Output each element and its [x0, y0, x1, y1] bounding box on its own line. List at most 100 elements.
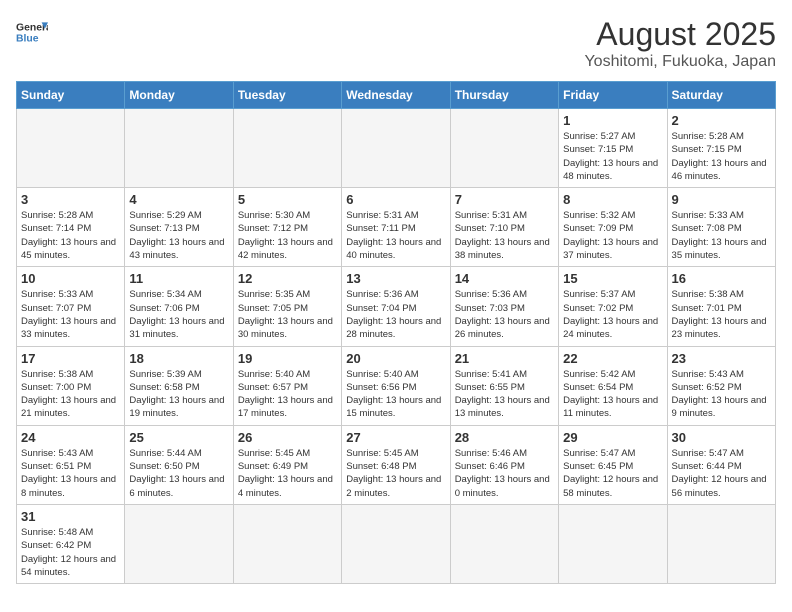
calendar-week-5: 24 Sunrise: 5:43 AM Sunset: 6:51 PM Dayli… — [17, 425, 776, 504]
weekday-header-sunday: Sunday — [17, 82, 125, 109]
calendar-cell: 30 Sunrise: 5:47 AM Sunset: 6:44 PM Dayli… — [667, 425, 775, 504]
calendar-cell: 26 Sunrise: 5:45 AM Sunset: 6:49 PM Dayli… — [233, 425, 341, 504]
calendar-cell: 18Sunrise: 5:39 AM Sunset: 6:58 PM Dayli… — [125, 346, 233, 425]
day-info: Sunrise: 5:42 AM Sunset: 6:54 PM Dayligh… — [563, 368, 662, 421]
day-info: Sunrise: 5:43 AM Sunset: 6:52 PM Dayligh… — [672, 368, 771, 421]
day-number: 1 — [563, 113, 662, 128]
logo: General Blue — [16, 16, 48, 48]
day-info: Sunrise: 5:36 AM Sunset: 7:03 PM Dayligh… — [455, 288, 554, 341]
day-number: 30 — [672, 430, 771, 445]
day-number: 15 — [563, 271, 662, 286]
calendar-week-1: 1Sunrise: 5:27 AM Sunset: 7:15 PM Daylig… — [17, 109, 776, 188]
day-number: 22 — [563, 351, 662, 366]
day-info: Sunrise: 5:37 AM Sunset: 7:02 PM Dayligh… — [563, 288, 662, 341]
calendar-cell: 22 Sunrise: 5:42 AM Sunset: 6:54 PM Dayli… — [559, 346, 667, 425]
day-number: 13 — [346, 271, 445, 286]
weekday-header-tuesday: Tuesday — [233, 82, 341, 109]
day-number: 19 — [238, 351, 337, 366]
day-number: 27 — [346, 430, 445, 445]
day-number: 14 — [455, 271, 554, 286]
day-number: 11 — [129, 271, 228, 286]
calendar-cell: 19 Sunrise: 5:40 AM Sunset: 6:57 PM Dayli… — [233, 346, 341, 425]
day-number: 17 — [21, 351, 120, 366]
calendar-cell — [342, 504, 450, 583]
calendar-cell: 11Sunrise: 5:34 AM Sunset: 7:06 PM Dayli… — [125, 267, 233, 346]
weekday-header-friday: Friday — [559, 82, 667, 109]
calendar-cell — [233, 504, 341, 583]
day-number: 10 — [21, 271, 120, 286]
day-info: Sunrise: 5:30 AM Sunset: 7:12 PM Dayligh… — [238, 209, 337, 262]
calendar-cell — [450, 109, 558, 188]
day-number: 4 — [129, 192, 228, 207]
day-info: Sunrise: 5:29 AM Sunset: 7:13 PM Dayligh… — [129, 209, 228, 262]
day-info: Sunrise: 5:33 AM Sunset: 7:08 PM Dayligh… — [672, 209, 771, 262]
calendar-week-6: 31 Sunrise: 5:48 AM Sunset: 6:42 PM Dayli… — [17, 504, 776, 583]
day-number: 9 — [672, 192, 771, 207]
calendar-title: August 2025 — [584, 16, 776, 53]
calendar-cell — [342, 109, 450, 188]
day-number: 25 — [129, 430, 228, 445]
calendar-cell: 4 Sunrise: 5:29 AM Sunset: 7:13 PM Daylig… — [125, 188, 233, 267]
weekday-header-thursday: Thursday — [450, 82, 558, 109]
calendar-cell: 17 Sunrise: 5:38 AM Sunset: 7:00 PM Dayli… — [17, 346, 125, 425]
day-info: Sunrise: 5:44 AM Sunset: 6:50 PM Dayligh… — [129, 447, 228, 500]
day-number: 28 — [455, 430, 554, 445]
day-info: Sunrise: 5:43 AM Sunset: 6:51 PM Dayligh… — [21, 447, 120, 500]
calendar-cell: 3Sunrise: 5:28 AM Sunset: 7:14 PM Daylig… — [17, 188, 125, 267]
calendar-cell — [17, 109, 125, 188]
day-number: 24 — [21, 430, 120, 445]
day-number: 12 — [238, 271, 337, 286]
day-number: 2 — [672, 113, 771, 128]
calendar-cell: 10 Sunrise: 5:33 AM Sunset: 7:07 PM Dayli… — [17, 267, 125, 346]
day-number: 8 — [563, 192, 662, 207]
calendar-cell: 29Sunrise: 5:47 AM Sunset: 6:45 PM Dayli… — [559, 425, 667, 504]
day-info: Sunrise: 5:36 AM Sunset: 7:04 PM Dayligh… — [346, 288, 445, 341]
weekday-header-monday: Monday — [125, 82, 233, 109]
day-info: Sunrise: 5:35 AM Sunset: 7:05 PM Dayligh… — [238, 288, 337, 341]
calendar-cell — [559, 504, 667, 583]
day-info: Sunrise: 5:28 AM Sunset: 7:15 PM Dayligh… — [672, 130, 771, 183]
day-info: Sunrise: 5:32 AM Sunset: 7:09 PM Dayligh… — [563, 209, 662, 262]
day-number: 23 — [672, 351, 771, 366]
weekday-header-wednesday: Wednesday — [342, 82, 450, 109]
day-info: Sunrise: 5:47 AM Sunset: 6:44 PM Dayligh… — [672, 447, 771, 500]
weekday-header-saturday: Saturday — [667, 82, 775, 109]
day-info: Sunrise: 5:38 AM Sunset: 7:00 PM Dayligh… — [21, 368, 120, 421]
calendar-cell: 25 Sunrise: 5:44 AM Sunset: 6:50 PM Dayli… — [125, 425, 233, 504]
day-number: 26 — [238, 430, 337, 445]
calendar-cell: 8 Sunrise: 5:32 AM Sunset: 7:09 PM Daylig… — [559, 188, 667, 267]
calendar-cell — [233, 109, 341, 188]
calendar-body: 1Sunrise: 5:27 AM Sunset: 7:15 PM Daylig… — [17, 109, 776, 584]
day-info: Sunrise: 5:28 AM Sunset: 7:14 PM Dayligh… — [21, 209, 120, 262]
calendar-cell: 5Sunrise: 5:30 AM Sunset: 7:12 PM Daylig… — [233, 188, 341, 267]
calendar-cell: 21Sunrise: 5:41 AM Sunset: 6:55 PM Dayli… — [450, 346, 558, 425]
header: General Blue August 2025 Yoshitomi, Fuku… — [16, 16, 776, 71]
calendar-cell: 31 Sunrise: 5:48 AM Sunset: 6:42 PM Dayli… — [17, 504, 125, 583]
calendar-cell — [667, 504, 775, 583]
calendar-cell: 13 Sunrise: 5:36 AM Sunset: 7:04 PM Dayli… — [342, 267, 450, 346]
day-info: Sunrise: 5:40 AM Sunset: 6:56 PM Dayligh… — [346, 368, 445, 421]
svg-text:Blue: Blue — [16, 34, 39, 45]
calendar-cell: 23 Sunrise: 5:43 AM Sunset: 6:52 PM Dayli… — [667, 346, 775, 425]
day-number: 20 — [346, 351, 445, 366]
calendar-cell: 20 Sunrise: 5:40 AM Sunset: 6:56 PM Dayli… — [342, 346, 450, 425]
calendar-cell: 14 Sunrise: 5:36 AM Sunset: 7:03 PM Dayli… — [450, 267, 558, 346]
logo-icon: General Blue — [16, 16, 48, 48]
day-info: Sunrise: 5:41 AM Sunset: 6:55 PM Dayligh… — [455, 368, 554, 421]
calendar-table: SundayMondayTuesdayWednesdayThursdayFrid… — [16, 81, 776, 584]
day-info: Sunrise: 5:33 AM Sunset: 7:07 PM Dayligh… — [21, 288, 120, 341]
day-number: 7 — [455, 192, 554, 207]
day-number: 31 — [21, 509, 120, 524]
day-number: 16 — [672, 271, 771, 286]
day-info: Sunrise: 5:45 AM Sunset: 6:49 PM Dayligh… — [238, 447, 337, 500]
day-info: Sunrise: 5:48 AM Sunset: 6:42 PM Dayligh… — [21, 526, 120, 579]
day-info: Sunrise: 5:39 AM Sunset: 6:58 PM Dayligh… — [129, 368, 228, 421]
day-info: Sunrise: 5:47 AM Sunset: 6:45 PM Dayligh… — [563, 447, 662, 500]
calendar-cell: 16Sunrise: 5:38 AM Sunset: 7:01 PM Dayli… — [667, 267, 775, 346]
calendar-cell — [125, 504, 233, 583]
day-info: Sunrise: 5:40 AM Sunset: 6:57 PM Dayligh… — [238, 368, 337, 421]
day-info: Sunrise: 5:45 AM Sunset: 6:48 PM Dayligh… — [346, 447, 445, 500]
day-info: Sunrise: 5:31 AM Sunset: 7:11 PM Dayligh… — [346, 209, 445, 262]
calendar-cell: 2 Sunrise: 5:28 AM Sunset: 7:15 PM Daylig… — [667, 109, 775, 188]
calendar-cell: 28Sunrise: 5:46 AM Sunset: 6:46 PM Dayli… — [450, 425, 558, 504]
